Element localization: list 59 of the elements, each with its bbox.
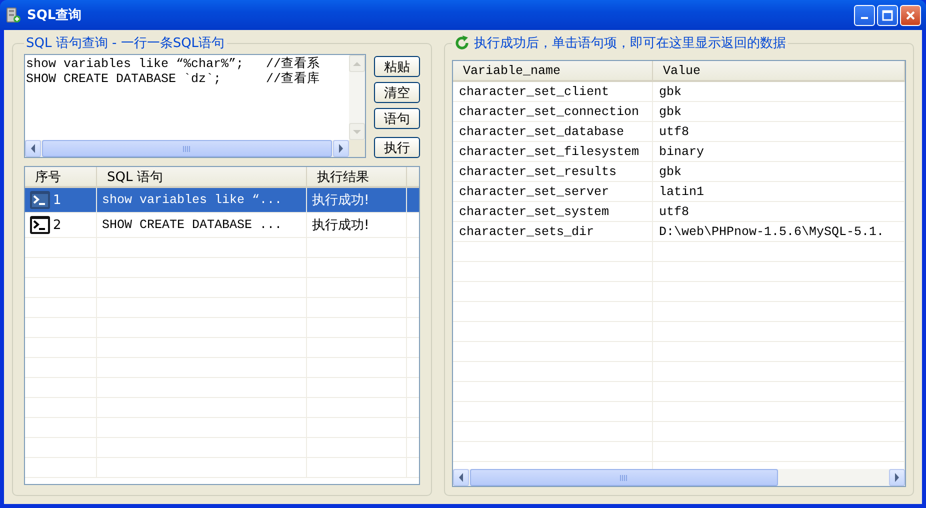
panel-title: SQL 语句查询 - 一行一条SQL语句 (26, 35, 225, 52)
row-number: 1 (53, 192, 62, 208)
close-button[interactable] (900, 4, 921, 26)
maximize-icon (882, 10, 893, 20)
minimize-icon (861, 17, 868, 19)
history-row[interactable]: 2 SHOW CREATE DATABASE ... 执行成功! (25, 213, 419, 238)
right-arrow-icon (339, 144, 343, 153)
table-cell: 执行成功! (307, 213, 407, 237)
table-cell: gbk (653, 102, 905, 121)
table-cell: character_set_system (453, 202, 653, 221)
table-cell: show variables like “... (97, 188, 307, 212)
table-cell: character_sets_dir (453, 222, 653, 241)
table-cell: utf8 (653, 202, 905, 221)
scrollbar-corner (349, 140, 365, 157)
column-header[interactable]: SQL 语句 (97, 167, 307, 186)
column-header[interactable]: Value (653, 61, 905, 80)
table-cell: D:\web\PHPnow-1.5.6\MySQL-5.1. (653, 222, 905, 241)
table-cell: character_set_results (453, 162, 653, 181)
left-arrow-icon (31, 144, 35, 153)
command-button[interactable]: 语句 (374, 108, 420, 129)
table-cell: character_set_filesystem (453, 142, 653, 161)
history-row[interactable]: 1 show variables like “... 执行成功! (25, 188, 419, 213)
scroll-right-button[interactable] (333, 140, 349, 157)
table-cell: gbk (653, 162, 905, 181)
table-cell: gbk (653, 82, 905, 101)
table-cell: SHOW CREATE DATABASE ... (97, 213, 307, 237)
column-header[interactable]: 执行结果 (307, 167, 407, 186)
table-cell: binary (653, 142, 905, 161)
terminal-icon (29, 190, 51, 210)
down-arrow-icon (353, 130, 361, 134)
table-cell: character_set_server (453, 182, 653, 201)
left-arrow-icon (459, 473, 463, 482)
maximize-button[interactable] (877, 4, 898, 26)
scroll-thumb[interactable] (470, 469, 778, 486)
terminal-icon (29, 215, 51, 235)
command-button[interactable]: 执行 (374, 137, 420, 158)
command-button[interactable]: 粘贴 (374, 56, 420, 77)
scroll-left-button[interactable] (25, 140, 41, 157)
panel-title: 执行成功后，单击语句项，即可在这里显示返回的数据 (474, 35, 786, 52)
close-icon (905, 10, 916, 20)
row-number: 2 (53, 218, 62, 232)
column-header[interactable]: Variable_name (453, 61, 653, 80)
scroll-right-button[interactable] (889, 469, 905, 486)
table-cell: character_set_connection (453, 102, 653, 121)
table-cell: character_set_database (453, 122, 653, 141)
table-cell: latin1 (653, 182, 905, 201)
column-header[interactable]: 序号 (25, 167, 97, 186)
scroll-thumb[interactable] (42, 140, 332, 157)
window-title: SQL查询 (27, 7, 83, 24)
refresh-icon (454, 35, 470, 51)
up-arrow-icon (353, 62, 361, 66)
table-cell: character_set_client (453, 82, 653, 101)
table-cell: 执行成功! (307, 188, 407, 212)
minimize-button[interactable] (854, 4, 875, 26)
scroll-left-button[interactable] (453, 469, 469, 486)
command-button[interactable]: 清空 (374, 82, 420, 103)
table-cell: utf8 (653, 122, 905, 141)
right-arrow-icon (895, 473, 899, 482)
database-icon (5, 7, 21, 23)
